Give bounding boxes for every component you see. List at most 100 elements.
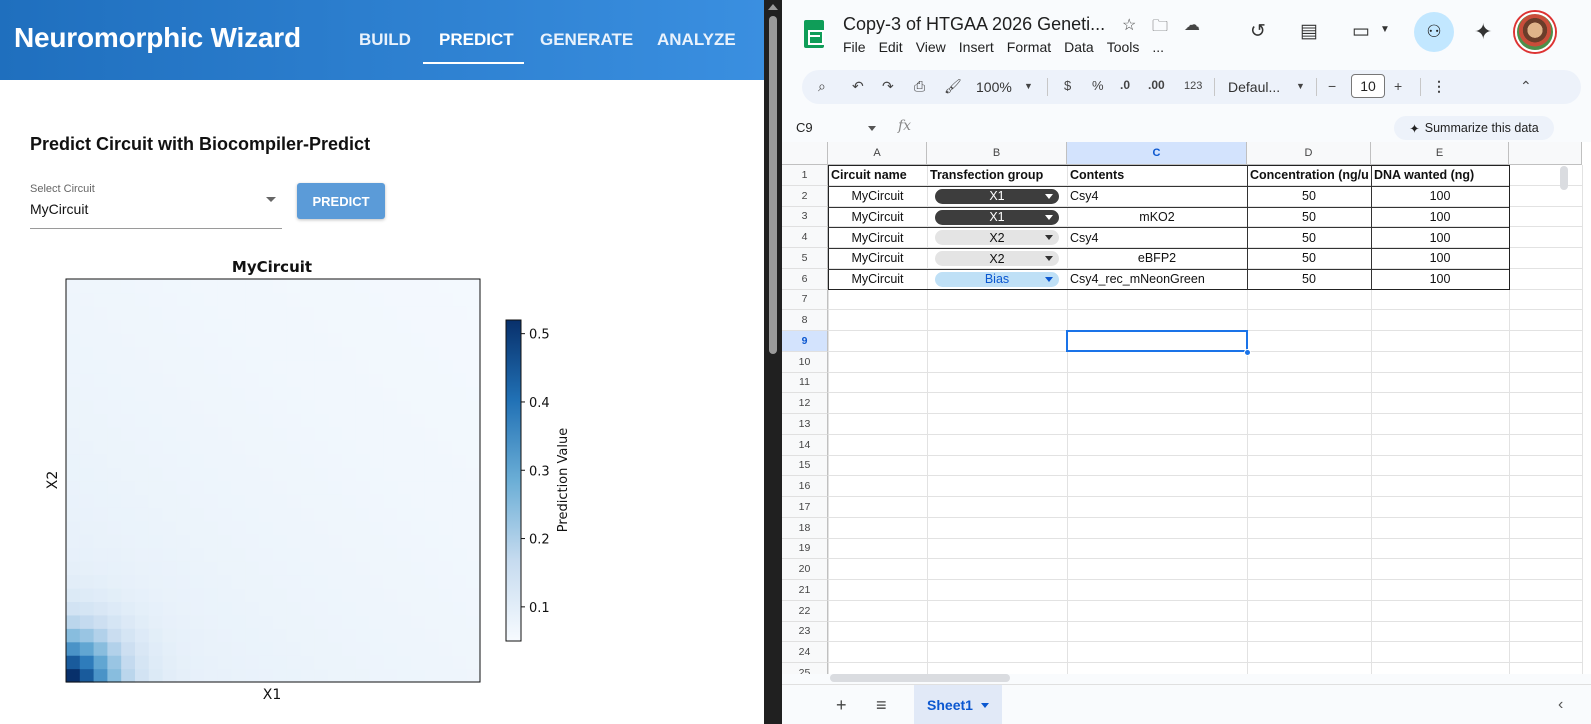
undo-icon[interactable]: ↶ xyxy=(852,78,864,95)
font-size-increase-icon[interactable]: + xyxy=(1394,78,1402,94)
column-header-c[interactable]: C xyxy=(1067,142,1247,165)
transfection-group-dropdown[interactable]: X2 xyxy=(935,251,1059,266)
column-header-a[interactable]: A xyxy=(828,142,927,165)
row-header[interactable]: 9 xyxy=(782,331,828,352)
scroll-up-icon[interactable] xyxy=(768,4,778,10)
paint-format-icon[interactable]: 🖌 xyxy=(944,78,962,95)
more-options-icon[interactable]: ⋮ xyxy=(1432,78,1446,95)
row-header[interactable]: 18 xyxy=(782,517,828,539)
row-header[interactable]: 17 xyxy=(782,497,828,518)
row-header[interactable]: 24 xyxy=(782,642,828,663)
number-format-button[interactable]: 123 xyxy=(1184,80,1202,92)
menu-view[interactable]: View xyxy=(916,39,946,55)
left-pane-scrollbar[interactable] xyxy=(769,16,777,354)
row-header[interactable]: 1 xyxy=(782,165,828,186)
name-box-caret-icon[interactable] xyxy=(868,126,876,131)
menu-data[interactable]: Data xyxy=(1064,39,1094,55)
row-header[interactable]: 7 xyxy=(782,289,828,311)
menu-edit[interactable]: Edit xyxy=(879,39,903,55)
menu-insert[interactable]: Insert xyxy=(959,39,994,55)
concentration-cell[interactable]: 50 xyxy=(1250,248,1368,269)
fill-handle[interactable] xyxy=(1244,348,1251,356)
circuit-name-cell[interactable]: MyCircuit xyxy=(831,269,924,290)
summarize-button[interactable]: ✦ Summarize this data xyxy=(1394,116,1554,140)
version-history-icon[interactable]: ↺ xyxy=(1250,20,1266,43)
row-header[interactable]: 25 xyxy=(782,663,828,674)
header-cell[interactable]: Transfection group xyxy=(930,165,1064,186)
transfection-group-dropdown[interactable]: X1 xyxy=(935,188,1059,204)
row-header[interactable]: 14 xyxy=(782,434,828,456)
gemini-icon[interactable]: ✦ xyxy=(1474,19,1492,45)
row-header[interactable]: 23 xyxy=(782,621,828,643)
circuit-name-cell[interactable]: MyCircuit xyxy=(831,186,924,207)
font-caret-icon[interactable]: ▼ xyxy=(1296,81,1305,91)
concentration-cell[interactable]: 50 xyxy=(1250,186,1368,207)
dna-wanted-cell[interactable]: 100 xyxy=(1374,248,1506,269)
nav-tab-build[interactable]: BUILD xyxy=(359,30,411,50)
row-header[interactable]: 6 xyxy=(782,268,828,290)
name-box[interactable]: C9 xyxy=(796,120,813,135)
column-header-b[interactable]: B xyxy=(927,142,1067,165)
menu-tools[interactable]: Tools xyxy=(1107,39,1140,55)
header-cell[interactable]: Concentration (ng/u xyxy=(1250,165,1368,186)
circuit-name-cell[interactable]: MyCircuit xyxy=(831,248,924,269)
concentration-cell[interactable]: 50 xyxy=(1250,269,1368,290)
select-all-corner[interactable] xyxy=(782,142,828,165)
row-header[interactable]: 19 xyxy=(782,538,828,560)
contents-cell[interactable]: eBFP2 xyxy=(1070,248,1244,269)
spreadsheet-grid[interactable]: ABCDE 1 2 3 4 5 6 7 8 9 10 11 12 13 14 15 16 17 18 19 20 21 2… xyxy=(782,142,1591,674)
dna-wanted-cell[interactable]: 100 xyxy=(1374,207,1506,228)
row-header[interactable]: 13 xyxy=(782,414,828,435)
star-icon[interactable]: ☆ xyxy=(1122,15,1136,35)
column-header-f[interactable] xyxy=(1509,142,1582,165)
print-icon[interactable]: ⎙ xyxy=(914,78,925,95)
circuit-name-cell[interactable]: MyCircuit xyxy=(831,227,924,248)
concentration-cell[interactable]: 50 xyxy=(1250,207,1368,228)
meet-caret-icon[interactable]: ▼ xyxy=(1380,24,1390,35)
nav-tab-predict[interactable]: PREDICT xyxy=(439,30,514,50)
cloud-status-icon[interactable]: ☁ xyxy=(1184,15,1200,35)
header-cell[interactable]: Circuit name xyxy=(831,165,924,186)
header-cell[interactable]: Contents xyxy=(1070,165,1244,186)
header-cell[interactable]: DNA wanted (ng) xyxy=(1374,165,1506,186)
contents-cell[interactable]: Csy4 xyxy=(1070,186,1244,207)
transfection-group-dropdown[interactable]: X1 xyxy=(935,209,1059,225)
side-panel-toggle-icon[interactable]: ‹ xyxy=(1558,696,1563,714)
dna-wanted-cell[interactable]: 100 xyxy=(1374,269,1506,290)
currency-format-button[interactable]: $ xyxy=(1064,78,1071,93)
circuit-select[interactable]: Select Circuit MyCircuit xyxy=(30,183,282,229)
nav-tab-analyze[interactable]: ANALYZE xyxy=(657,30,736,50)
row-header[interactable]: 15 xyxy=(782,455,828,477)
circuit-name-cell[interactable]: MyCircuit xyxy=(831,207,924,228)
dna-wanted-cell[interactable]: 100 xyxy=(1374,186,1506,207)
document-title[interactable]: Copy-3 of HTGAA 2026 Geneti... xyxy=(843,14,1105,35)
zoom-caret-icon[interactable]: ▼ xyxy=(1024,81,1033,91)
dna-wanted-cell[interactable]: 100 xyxy=(1374,227,1506,248)
menu-more[interactable]: ... xyxy=(1152,39,1164,55)
row-header[interactable]: 4 xyxy=(782,227,828,248)
meet-icon[interactable]: ▭ xyxy=(1352,20,1370,43)
horizontal-scrollbar[interactable] xyxy=(830,674,1010,682)
row-header[interactable]: 12 xyxy=(782,393,828,414)
column-header-e[interactable]: E xyxy=(1371,142,1509,165)
row-header[interactable]: 2 xyxy=(782,185,828,207)
column-header-d[interactable]: D xyxy=(1247,142,1371,165)
avatar[interactable] xyxy=(1515,12,1555,52)
share-button[interactable]: ⚇ xyxy=(1414,12,1454,52)
row-header[interactable]: 16 xyxy=(782,476,828,497)
increase-decimal-button[interactable]: .00 xyxy=(1148,78,1165,92)
row-header[interactable]: 10 xyxy=(782,351,828,373)
all-sheets-icon[interactable]: ≡ xyxy=(876,695,887,716)
selected-cell[interactable] xyxy=(1066,330,1248,352)
comments-icon[interactable]: ▤ xyxy=(1300,20,1318,43)
percent-format-button[interactable]: % xyxy=(1092,78,1104,93)
menu-file[interactable]: File xyxy=(843,39,866,55)
contents-cell[interactable]: Csy4_rec_mNeonGreen xyxy=(1070,269,1244,290)
row-header[interactable]: 22 xyxy=(782,600,828,622)
transfection-group-dropdown[interactable]: X2 xyxy=(935,230,1059,246)
zoom-select[interactable]: 100% xyxy=(976,79,1012,95)
decrease-decimal-button[interactable]: .0 xyxy=(1120,78,1130,92)
sheets-logo-icon[interactable] xyxy=(804,20,824,48)
font-family-select[interactable]: Defaul... xyxy=(1228,79,1280,95)
nav-tab-generate[interactable]: GENERATE xyxy=(540,30,633,50)
